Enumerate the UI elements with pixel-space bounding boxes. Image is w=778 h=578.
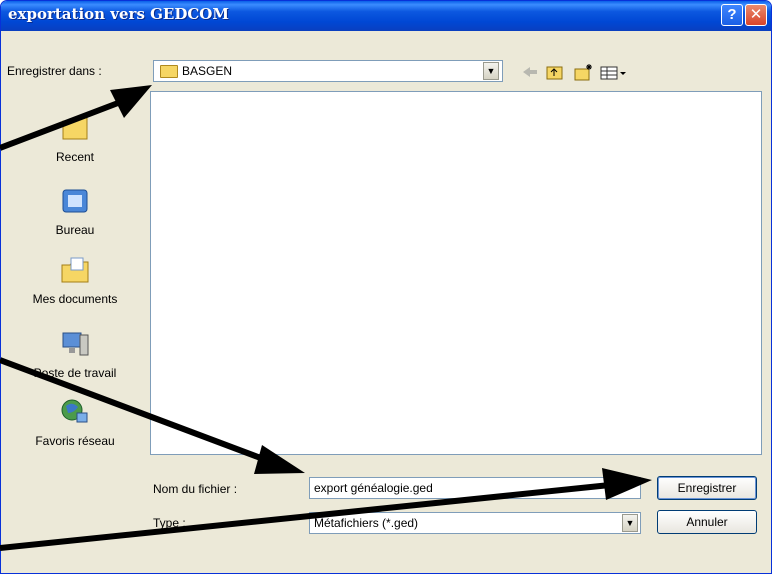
arrow-to-save-button bbox=[0, 468, 652, 551]
arrow-to-save-in bbox=[0, 85, 152, 151]
arrow-to-filename bbox=[0, 357, 305, 474]
annotation-arrows bbox=[0, 85, 652, 551]
